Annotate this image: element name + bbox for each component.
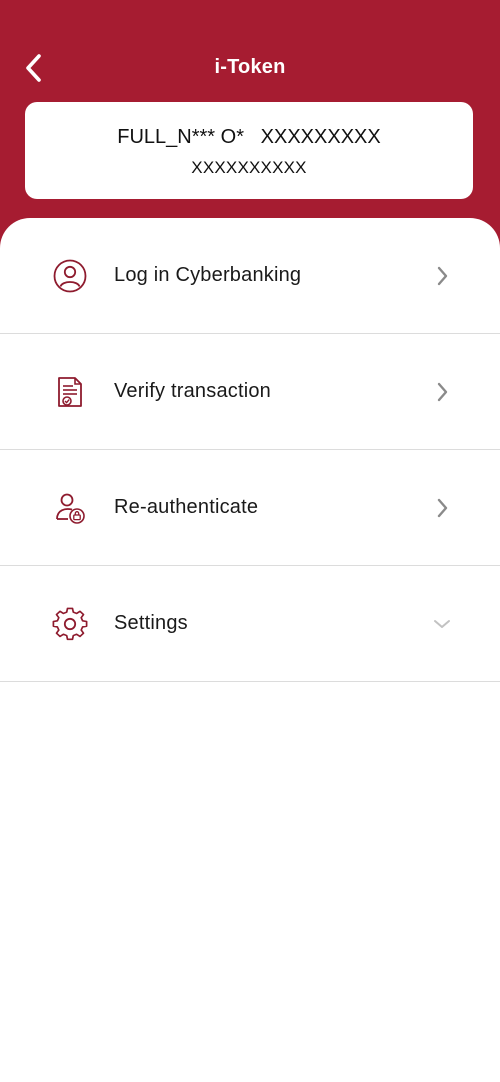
menu-item-settings[interactable]: Settings	[0, 566, 500, 682]
gear-icon	[52, 606, 88, 642]
chevron-right-icon	[432, 380, 452, 404]
menu-item-login-cyberbanking[interactable]: Log in Cyberbanking	[0, 218, 500, 334]
itoken-screen: i-Token FULL_N*** O* XXXXXXXXX XXXXXXXXX…	[0, 0, 500, 1082]
account-card: FULL_N*** O* XXXXXXXXX XXXXXXXXXX	[25, 102, 473, 199]
menu-item-label: Re-authenticate	[114, 496, 259, 518]
account-number: XXXXXXXXXX	[191, 158, 307, 177]
chevron-right-icon	[432, 264, 452, 288]
menu-item-label: Verify transaction	[114, 380, 272, 402]
account-name: FULL_N*** O* XXXXXXXXX	[117, 126, 381, 148]
menu-item-re-authenticate[interactable]: Re-authenticate	[0, 450, 500, 566]
menu-item-label: Log in Cyberbanking	[114, 264, 302, 286]
menu-item-verify-transaction[interactable]: Verify transaction	[0, 334, 500, 450]
document-check-icon	[52, 374, 88, 410]
menu-sheet: Log in Cyberbanking Verify transaction R…	[0, 218, 500, 1082]
user-circle-icon	[52, 258, 88, 294]
chevron-down-icon	[432, 612, 452, 636]
page-title: i-Token	[214, 56, 286, 78]
user-lock-icon	[52, 490, 88, 526]
chevron-right-icon	[432, 496, 452, 520]
menu-item-label: Settings	[114, 612, 188, 634]
